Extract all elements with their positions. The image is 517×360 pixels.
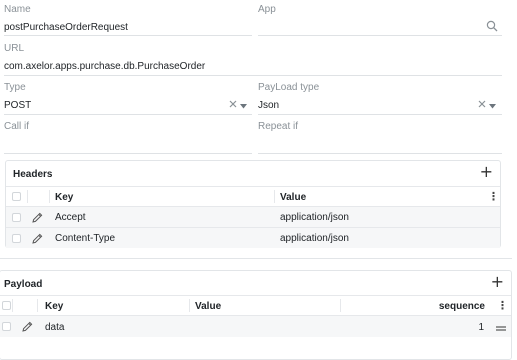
payload-grid-header: Key Value sequence ⋮ xyxy=(0,295,511,315)
column-separator xyxy=(49,190,50,203)
column-separator xyxy=(27,190,28,203)
payload-panel-header: Payload + xyxy=(0,271,511,297)
repeat-if-label: Repeat if xyxy=(258,121,299,132)
header-key-cell: Accept xyxy=(55,212,86,223)
table-row[interactable]: Content-Type application/json xyxy=(6,227,500,248)
column-separator xyxy=(189,299,190,312)
column-separator xyxy=(37,299,38,312)
header-column-key[interactable]: Key xyxy=(55,192,73,203)
chevron-down-icon[interactable] xyxy=(240,102,247,112)
column-separator xyxy=(340,299,341,312)
payload-column-value[interactable]: Value xyxy=(195,301,221,312)
url-label: URL xyxy=(4,43,25,54)
header-value-cell: application/json xyxy=(280,233,349,244)
headers-grid-header: Key Value ⋮ xyxy=(6,186,500,206)
headers-title: Headers xyxy=(13,169,53,180)
drag-handle-icon[interactable] xyxy=(496,324,506,335)
add-payload-button[interactable]: + xyxy=(491,274,504,290)
pencil-icon[interactable] xyxy=(22,321,33,335)
payload-type-underline xyxy=(258,114,502,115)
headers-panel-header: Headers + xyxy=(6,161,500,187)
payload-column-key[interactable]: Key xyxy=(45,301,63,312)
search-icon[interactable] xyxy=(486,20,498,35)
payload-type-label: PayLoad type xyxy=(258,82,320,93)
close-icon[interactable] xyxy=(478,100,486,111)
header-key-cell: Content-Type xyxy=(55,233,116,244)
row-checkbox[interactable] xyxy=(12,213,21,222)
kebab-menu-icon[interactable]: ⋮ xyxy=(488,190,499,203)
chevron-down-icon[interactable] xyxy=(489,102,496,112)
select-all-checkbox[interactable] xyxy=(12,192,21,201)
url-input[interactable]: com.axelor.apps.purchase.db.PurchaseOrde… xyxy=(4,61,205,72)
name-label: Name xyxy=(4,4,31,15)
payload-type-select[interactable]: Json xyxy=(258,100,279,111)
headers-panel: Headers + Key Value ⋮ Accept application… xyxy=(5,160,501,248)
name-input[interactable]: postPurchaseOrderRequest xyxy=(4,22,128,33)
select-all-checkbox[interactable] xyxy=(2,301,11,310)
call-if-input[interactable] xyxy=(4,138,252,150)
pencil-icon[interactable] xyxy=(32,233,43,247)
header-value-cell: application/json xyxy=(280,212,349,223)
repeat-if-underline xyxy=(258,153,502,154)
payload-key-cell: data xyxy=(45,322,65,333)
app-underline xyxy=(258,35,502,36)
close-icon[interactable] xyxy=(229,100,237,111)
table-row[interactable]: Accept application/json xyxy=(6,206,500,227)
column-separator xyxy=(12,299,13,312)
row-checkbox[interactable] xyxy=(12,234,21,243)
payload-sequence-cell: 1 xyxy=(478,322,484,333)
type-label: Type xyxy=(4,82,26,93)
repeat-if-input[interactable] xyxy=(258,138,502,150)
section-divider xyxy=(0,258,512,259)
kebab-menu-icon[interactable]: ⋮ xyxy=(497,299,508,312)
row-checkbox[interactable] xyxy=(2,322,11,331)
pencil-icon[interactable] xyxy=(32,212,43,226)
name-underline xyxy=(4,35,252,36)
app-label: App xyxy=(258,4,276,15)
call-if-underline xyxy=(4,153,252,154)
add-header-button[interactable]: + xyxy=(480,164,493,180)
app-input[interactable] xyxy=(258,22,483,34)
type-underline xyxy=(4,114,252,115)
type-select[interactable]: POST xyxy=(4,100,31,111)
table-row[interactable]: data 1 xyxy=(0,315,511,337)
payload-panel: Payload + Key Value sequence ⋮ data 1 xyxy=(0,270,512,360)
column-separator xyxy=(274,190,275,203)
payload-column-sequence[interactable]: sequence xyxy=(439,301,485,312)
call-if-label: Call if xyxy=(4,121,30,132)
url-underline xyxy=(4,75,502,76)
header-column-value[interactable]: Value xyxy=(280,192,306,203)
payload-title: Payload xyxy=(4,279,43,290)
